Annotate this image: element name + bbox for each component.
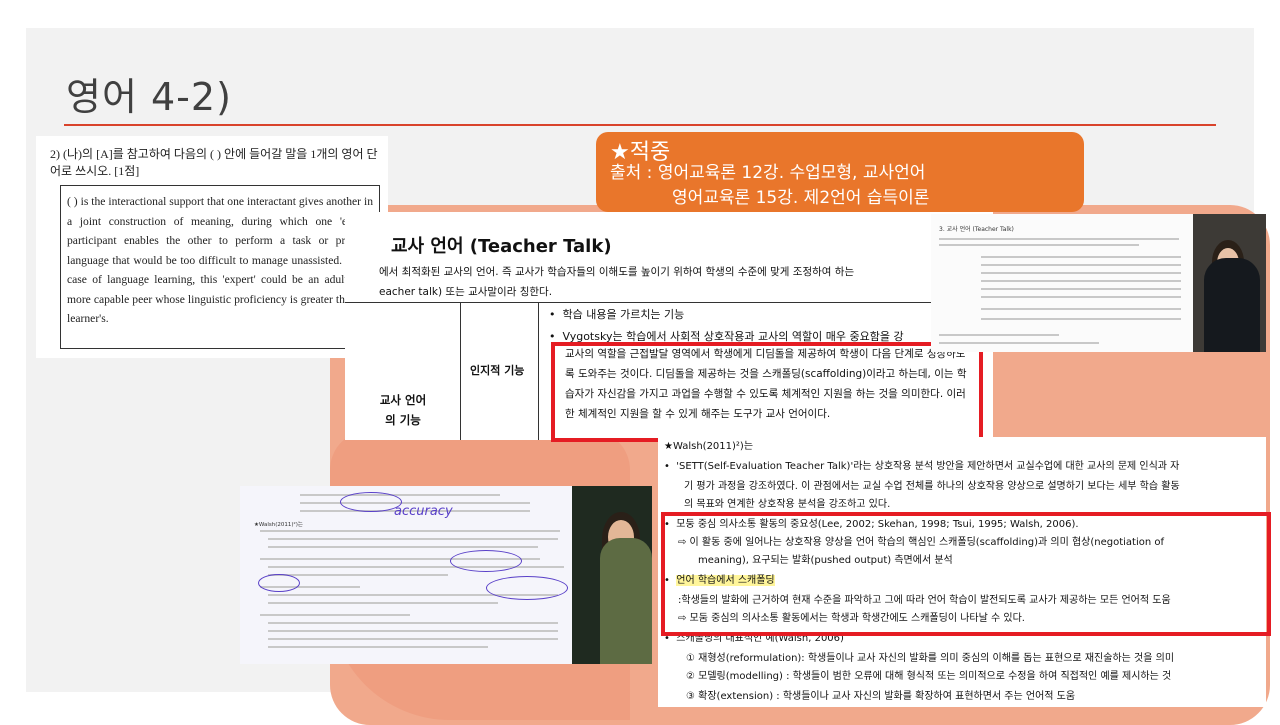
text-line: [268, 574, 448, 576]
lecture-screen: ★Walsh(2011)²)는 accuracy: [240, 486, 572, 664]
table-column-cognitive: 인지적 기능: [460, 302, 539, 440]
text-line: [268, 546, 538, 548]
exam-question: 2) (나)의 [A]를 참고하여 다음의 ( ) 안에 들어갈 말을 1개의 …: [36, 136, 388, 358]
text-line: [939, 238, 1179, 240]
lecture-video-thumbnail-top: 3. 교사 언어 (Teacher Talk): [931, 214, 1266, 352]
walsh-heading: ★Walsh(2011)²)는: [664, 441, 754, 452]
source-callout: ★적중 출처 : 영어교육론 12강. 수업모형, 교사언어 영어교육론 15강…: [596, 132, 1084, 212]
text-line: [268, 646, 488, 648]
walsh-text: ② 모델링(modelling) : 학생들이 범한 오류에 대해 형식적 또는…: [686, 671, 1172, 682]
text-line: [268, 602, 498, 604]
source-line-1: 출처 : 영어교육론 12강. 수업모형, 교사언어: [610, 163, 926, 183]
highlight-box-walsh: [661, 512, 1271, 636]
handwritten-circle: [258, 574, 300, 592]
table-column-function: 교사 언어의 기능: [345, 302, 461, 440]
walsh-text: 기 평가 과정을 강조하였다. 이 관점에서는 교실 수업 전체를 하나의 상호…: [684, 481, 1180, 492]
text-line: [300, 494, 500, 496]
walsh-text: 'SETT(Self-Evaluation Teacher Talk)'라는 상…: [676, 461, 1180, 472]
intro-line-2: eacher talk) 또는 교사말이라 칭한다.: [379, 286, 553, 298]
text-line: [939, 342, 1099, 344]
text-line: [981, 264, 1181, 266]
question-header: 2) (나)의 [A]를 참고하여 다음의 ( ) 안에 들어갈 말을 1개의 …: [50, 147, 378, 178]
cognitive-label: 인지적 기능: [470, 364, 525, 377]
text-line: [981, 308, 1181, 310]
handwritten-circle: [486, 576, 568, 600]
highlight-box-scaffolding: [551, 342, 983, 442]
handwritten-circle: [340, 492, 402, 512]
text-line: [981, 280, 1181, 282]
handwritten-annotation: accuracy: [394, 504, 453, 519]
text-line: [981, 288, 1181, 290]
text-line: [260, 530, 560, 532]
lecture-video-thumbnail-bottom: ★Walsh(2011)²)는 accuracy: [240, 486, 652, 664]
text-line: [268, 566, 564, 568]
text-line: [981, 256, 1181, 258]
thumbnail-title: 3. 교사 언어 (Teacher Talk): [939, 226, 1014, 233]
source-line-2: 영어교육론 15강. 제2언어 습득이론: [672, 188, 930, 208]
text-line: [939, 334, 1059, 336]
instructor-body: [1204, 258, 1260, 352]
text-line: [981, 272, 1181, 274]
text-line: [981, 296, 1181, 298]
text-line: [939, 244, 1139, 246]
title-divider: [64, 124, 1216, 126]
walsh-bullet-1: • 'SETT(Self-Evaluation Teacher Talk)'라는…: [664, 461, 1180, 472]
text-line: [268, 622, 558, 624]
text-line: [268, 538, 558, 540]
bullet-item: • 학습 내용을 가르치는 기능: [549, 308, 685, 321]
document-intro: 에서 최적화된 교사의 언어. 즉 교사가 학습자들의 이해도를 높이기 위하여…: [379, 262, 989, 302]
slide-title: 영어 4-2): [66, 75, 232, 119]
walsh-text: ③ 확장(extension) : 학생들이나 교사 자신의 발화를 확장하여 …: [686, 691, 1076, 702]
text-line: [268, 638, 558, 640]
text-line: [268, 630, 558, 632]
bullet-text: 학습 내용을 가르치는 기능: [562, 308, 685, 321]
text-line: [981, 318, 1181, 320]
lecture-slide-page: 3. 교사 언어 (Teacher Talk): [931, 214, 1193, 352]
handwritten-circle: [450, 550, 522, 572]
intro-line-1: 에서 최적화된 교사의 언어. 즉 교사가 학습자들의 이해도를 높이기 위하여…: [379, 266, 855, 278]
instructor-body: [600, 538, 652, 664]
document-heading: 교사 언어 (Teacher Talk): [391, 236, 612, 257]
screen-heading: ★Walsh(2011)²)는: [254, 522, 303, 528]
function-label: 교사 언어의 기능: [379, 393, 427, 427]
walsh-text: ① 재형성(reformulation): 학생들이나 교사 자신의 발화를 의…: [686, 653, 1175, 664]
text-line: [260, 614, 410, 616]
question-passage: ( ) is the interactional support that on…: [60, 185, 380, 349]
